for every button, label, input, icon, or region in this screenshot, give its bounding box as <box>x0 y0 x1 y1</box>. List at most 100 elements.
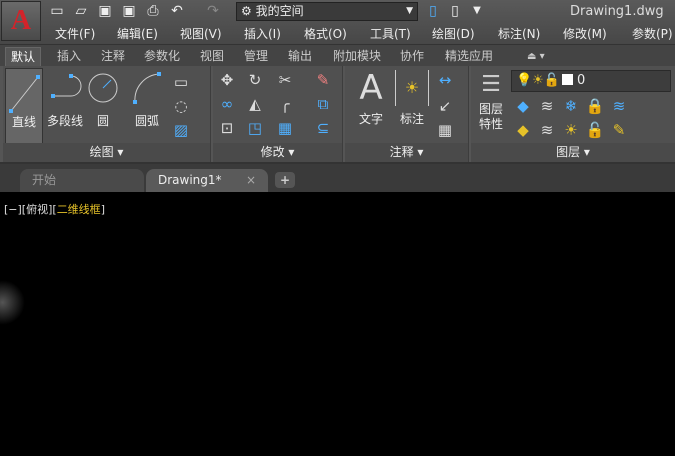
menu-insert[interactable]: 插入(I) <box>244 25 281 42</box>
text-label: 文字 <box>358 112 383 126</box>
tab-insert[interactable]: 插入 <box>52 47 86 66</box>
tab-view[interactable]: 视图 <box>195 47 229 66</box>
app-menu-button[interactable]: A <box>1 1 41 41</box>
menu-file[interactable]: 文件(F) <box>55 25 95 42</box>
visual-style-label[interactable]: 二维线框 <box>57 203 101 216</box>
ribbon-minimize-icon[interactable]: ⏏ ▾ <box>522 47 550 66</box>
stretch-icon[interactable]: ⊡ <box>217 118 237 138</box>
viewport-controls[interactable]: [−][俯视][二维线框] <box>4 201 105 217</box>
menu-modify[interactable]: 修改(M) <box>563 25 607 42</box>
layer-color-swatch <box>562 74 574 85</box>
tab-parametric[interactable]: 参数化 <box>139 47 185 66</box>
menu-format[interactable]: 格式(O) <box>304 25 347 42</box>
modify-panel: ✥ ↻ ✂ ✎ ∞ ◭ ╭ ⧉ ⊡ ◳ ▦ ⊆ 修改 ▾ <box>213 66 343 162</box>
new-icon[interactable]: ▭ <box>48 2 66 20</box>
open-icon[interactable]: ▱ <box>72 2 90 20</box>
workspace-label: 我的空间 <box>255 4 304 18</box>
layers-panel: ☰ 图层 特性 💡☀🔓 0 ◆ ≋ ❄ 🔒 ≋ ◆ ≋ ☀ 🔓 ✎ 图层 ▾ <box>471 66 675 162</box>
circle-button[interactable]: 圆 <box>87 70 119 144</box>
tab-start[interactable]: 开始 <box>20 169 144 192</box>
layer-current-icon[interactable]: ≋ <box>609 96 629 116</box>
share-icon[interactable]: ▯ <box>424 2 442 20</box>
layer-freeze-icon[interactable]: ❄ <box>561 96 581 116</box>
text-button[interactable]: A 文字 <box>351 70 391 142</box>
menu-parametric[interactable]: 参数(P) <box>632 25 673 42</box>
menu-dimension[interactable]: 标注(N) <box>498 25 540 42</box>
layer-thaw-icon[interactable]: ☀ <box>561 120 581 140</box>
circle-icon <box>88 73 118 103</box>
arc-button[interactable]: 圆弧 <box>127 70 167 144</box>
leader-icon[interactable]: ↙ <box>435 96 455 116</box>
scale-icon[interactable]: ◳ <box>245 118 265 138</box>
undo-icon[interactable]: ↶ <box>168 2 186 20</box>
fillet-icon[interactable]: ╭ <box>275 94 295 114</box>
move-icon[interactable]: ✥ <box>217 70 237 90</box>
dimension-label: 标注 <box>399 112 424 126</box>
tab-manage[interactable]: 管理 <box>239 47 273 66</box>
draw-panel: 直线 多段线 圆 圆弧 ▭ ◌ ▨ 绘图 ▾ <box>3 66 211 162</box>
polyline-button[interactable]: 多段线 <box>45 70 85 144</box>
menu-tools[interactable]: 工具(T) <box>370 25 411 42</box>
phone-icon[interactable]: ▯ <box>446 2 464 20</box>
offset-icon[interactable]: ⊆ <box>313 118 333 138</box>
workspace-select[interactable]: ⚙ 我的空间 ▼ <box>236 2 418 21</box>
rectangle-icon[interactable]: ▭ <box>171 72 191 92</box>
tab-addins[interactable]: 附加模块 <box>328 47 386 66</box>
tab-featured-apps[interactable]: 精选应用 <box>440 47 498 66</box>
annotation-panel-label[interactable]: 注释 ▾ <box>345 143 468 162</box>
arc-icon <box>133 72 161 104</box>
trim-icon[interactable]: ✂ <box>275 70 295 90</box>
text-icon: A <box>359 68 383 108</box>
layer-prev-icon[interactable]: ≋ <box>537 120 557 140</box>
rotate-icon[interactable]: ↻ <box>245 70 265 90</box>
polyline-label: 多段线 <box>46 114 83 128</box>
save-icon[interactable]: ▣ <box>96 2 114 20</box>
layer-on-icon[interactable]: ◆ <box>513 120 533 140</box>
menu-draw[interactable]: 绘图(D) <box>432 25 475 42</box>
layers-panel-label[interactable]: 图层 ▾ <box>471 143 675 162</box>
customize-icon[interactable]: ▼ <box>468 2 486 20</box>
tab-output[interactable]: 输出 <box>283 47 317 66</box>
layer-lock-icon[interactable]: 🔒 <box>585 96 605 116</box>
close-icon[interactable]: × <box>246 169 256 191</box>
copy-icon[interactable]: ∞ <box>217 94 237 114</box>
current-layer-name: 0 <box>577 73 586 88</box>
hatch-icon[interactable]: ▨ <box>171 120 191 140</box>
canvas-glow <box>0 280 25 325</box>
redo-icon[interactable]: ↷ <box>204 2 222 20</box>
window-title: Drawing1.dwg <box>570 4 664 19</box>
layer-properties-icon: ☰ <box>481 72 501 97</box>
line-button[interactable]: 直线 <box>5 68 43 144</box>
layer-unlock-icon[interactable]: 🔓 <box>585 120 605 140</box>
ellipse-icon[interactable]: ◌ <box>171 96 191 116</box>
annotation-panel: A 文字 ☀ 标注 ↔ ↙ ▦ 注释 ▾ <box>345 66 469 162</box>
ribbon: 直线 多段线 圆 圆弧 ▭ ◌ ▨ 绘图 ▾ ✥ ↻ ✂ ✎ ∞ ◭ ╭ ⧉ ⊡… <box>0 66 675 164</box>
layer-off-icon[interactable]: ◆ <box>513 96 533 116</box>
erase-icon[interactable]: ✎ <box>313 70 333 90</box>
layer-match-icon[interactable]: ≋ <box>537 96 557 116</box>
tab-drawing1[interactable]: Drawing1* × <box>146 169 268 192</box>
save-as-icon[interactable]: ▣ <box>120 2 138 20</box>
menu-view[interactable]: 视图(V) <box>180 25 222 42</box>
table-icon[interactable]: ▦ <box>435 120 455 140</box>
layer-isolate-icon[interactable]: ✎ <box>609 120 629 140</box>
tab-drawing1-label: Drawing1* <box>158 173 222 187</box>
polyline-icon <box>51 74 82 98</box>
draw-panel-label[interactable]: 绘图 ▾ <box>3 143 210 162</box>
tab-default[interactable]: 默认 <box>5 47 42 66</box>
print-icon[interactable]: ⎙ <box>144 2 162 20</box>
tab-annotate[interactable]: 注释 <box>96 47 130 66</box>
array-icon[interactable]: ▦ <box>275 118 295 138</box>
menu-edit[interactable]: 编辑(E) <box>117 25 158 42</box>
tab-collaborate[interactable]: 协作 <box>395 47 429 66</box>
layer-properties-button[interactable]: ☰ 图层 特性 <box>473 70 509 142</box>
new-tab-button[interactable]: + <box>275 172 295 188</box>
explode-icon[interactable]: ⧉ <box>313 94 333 114</box>
layer-dropdown[interactable]: 💡☀🔓 0 <box>511 70 671 92</box>
linear-dim-icon[interactable]: ↔ <box>435 70 455 90</box>
modify-panel-label[interactable]: 修改 ▾ <box>213 143 342 162</box>
dimension-button[interactable]: ☀ 标注 <box>395 70 429 142</box>
mirror-icon[interactable]: ◭ <box>245 94 265 114</box>
dimension-icon: ☀ <box>395 70 429 106</box>
circle-label: 圆 <box>96 114 109 128</box>
